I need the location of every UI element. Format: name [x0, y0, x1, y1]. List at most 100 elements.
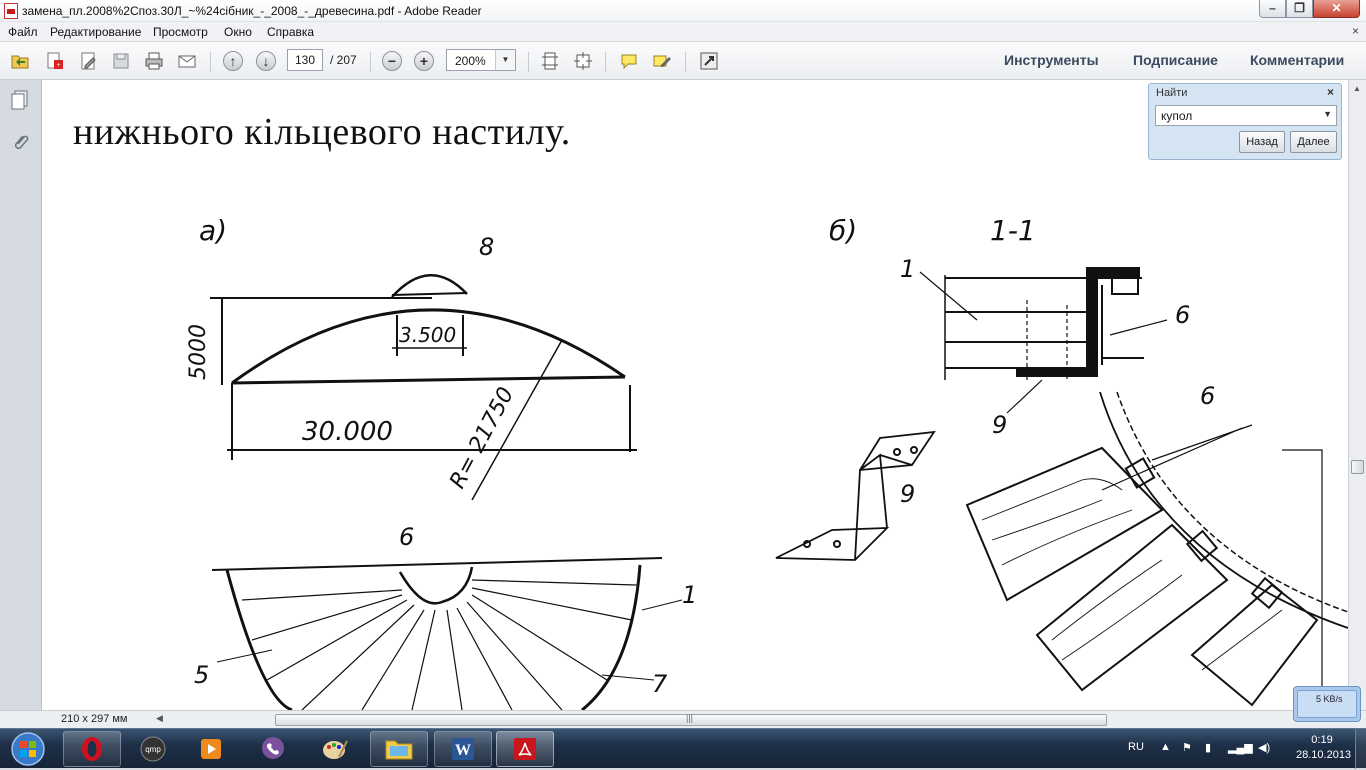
comment-button[interactable]: [617, 50, 641, 72]
tray-expand-icon[interactable]: ▲: [1160, 741, 1171, 753]
fit-width-icon: [574, 52, 592, 70]
taskbar-gom-player[interactable]: qmp: [124, 731, 182, 767]
print-button[interactable]: [142, 50, 166, 72]
title-bar: замена_пл.2008%2Споз.30Л_~%24сібник_-_20…: [0, 0, 1366, 22]
start-button[interactable]: [4, 731, 52, 767]
network-speed-text: 5 KB/s: [1316, 694, 1343, 704]
separator: [210, 52, 211, 72]
find-back-button[interactable]: Назад: [1239, 131, 1285, 153]
menu-help[interactable]: Справка: [267, 25, 314, 39]
scroll-left-icon[interactable]: ◀: [156, 713, 163, 724]
vertical-scrollbar[interactable]: ▲: [1348, 80, 1366, 710]
menu-edit[interactable]: Редактирование: [50, 25, 141, 39]
close-icon[interactable]: ×: [1327, 85, 1334, 99]
network-speed-widget[interactable]: 5 KB/s: [1293, 686, 1361, 722]
battery-icon[interactable]: ▮: [1205, 741, 1211, 754]
taskbar-opera[interactable]: [63, 731, 121, 767]
callout-1-section: 1: [900, 255, 915, 283]
taskbar-adobe-reader[interactable]: [496, 731, 554, 767]
fit-width-button[interactable]: [571, 50, 595, 72]
save-disk-icon: [113, 53, 129, 69]
find-input[interactable]: купол ▼: [1155, 105, 1337, 126]
zoom-select[interactable]: 200% ▼: [446, 49, 516, 71]
flag-icon[interactable]: ⚑: [1182, 741, 1192, 754]
highlight-button[interactable]: [650, 50, 674, 72]
callout-6-ring: 6: [1200, 382, 1215, 410]
network-signal-icon[interactable]: ▂▄▆: [1228, 741, 1253, 754]
next-page-button[interactable]: ↓: [254, 50, 278, 72]
show-desktop-button[interactable]: [1355, 729, 1366, 769]
height-dimension: 5000: [186, 324, 211, 380]
taskbar-viber[interactable]: [244, 731, 302, 767]
fit-page-button[interactable]: [538, 50, 562, 72]
email-button[interactable]: [175, 50, 199, 72]
callout-6-section: 6: [1175, 301, 1190, 329]
highlighter-icon: [653, 55, 671, 67]
play-icon: [201, 739, 221, 759]
save-button[interactable]: [109, 50, 133, 72]
menu-file[interactable]: Файл: [8, 25, 38, 39]
find-label: Найти: [1156, 87, 1188, 99]
svg-text:W: W: [455, 742, 471, 759]
page-thumbnails-button[interactable]: [9, 88, 31, 112]
window-title: замена_пл.2008%2Споз.30Л_~%24сібник_-_20…: [22, 4, 482, 18]
section-label: 1-1: [990, 214, 1036, 247]
document-view[interactable]: а) б) 1-1 5000 30.000 3.500 R= 21750 8 6…: [42, 80, 1348, 710]
callout-5: 5: [194, 661, 209, 689]
taskbar-file-explorer[interactable]: [370, 731, 428, 767]
previous-page-button[interactable]: ↑: [221, 50, 245, 72]
taskbar-media-player[interactable]: [182, 731, 240, 767]
page-number-input[interactable]: 130: [287, 49, 323, 71]
plus-icon: +: [414, 51, 434, 71]
tools-panel-button[interactable]: Инструменты: [1004, 52, 1099, 68]
full-screen-button[interactable]: [697, 50, 721, 72]
callout-6-top: 6: [399, 523, 414, 551]
callout-7: 7: [652, 670, 668, 698]
svg-text:qmp: qmp: [145, 745, 161, 754]
zoom-in-button[interactable]: +: [412, 50, 436, 72]
close-button[interactable]: ✕: [1313, 0, 1360, 18]
find-panel: Найти × купол ▼ Назад Далее: [1148, 83, 1342, 160]
clock[interactable]: 0:19 28.10.2013: [1296, 733, 1352, 763]
create-pdf-icon: +: [47, 52, 63, 69]
menu-window[interactable]: Окно: [224, 25, 252, 39]
sign-panel-button[interactable]: Подписание: [1133, 52, 1218, 68]
viber-icon: [262, 737, 284, 759]
close-document-icon[interactable]: ×: [1352, 24, 1359, 38]
minimize-icon: –: [1269, 1, 1276, 15]
open-folder-icon: [11, 55, 29, 69]
paint-palette-icon: [323, 740, 348, 759]
page-total: / 207: [330, 53, 357, 67]
menu-view[interactable]: Просмотр: [153, 25, 208, 39]
edit-pdf-button[interactable]: [77, 50, 101, 72]
attachments-button[interactable]: [9, 130, 31, 154]
paperclip-icon: [14, 135, 29, 150]
chevron-down-icon[interactable]: ▼: [1323, 109, 1332, 119]
taskbar: qmp W RU ▲ ⚑ ▮ ▂▄▆ ◀) 0:19 28.10.2013: [0, 728, 1366, 769]
maximize-button[interactable]: ❐: [1286, 0, 1313, 18]
volume-icon[interactable]: ◀): [1258, 741, 1270, 754]
scroll-thumb[interactable]: [1351, 460, 1364, 474]
expand-icon: [700, 52, 718, 70]
gom-player-icon: qmp: [140, 736, 166, 762]
scroll-up-icon[interactable]: ▲: [1353, 84, 1361, 93]
language-indicator[interactable]: RU: [1128, 741, 1144, 753]
chevron-down-icon[interactable]: ▼: [495, 50, 515, 70]
find-next-button[interactable]: Далее: [1290, 131, 1337, 153]
horizontal-scroll-thumb[interactable]: |||: [275, 713, 1107, 726]
taskbar-paint[interactable]: [306, 731, 364, 767]
network-meter: 5 KB/s: [1297, 690, 1357, 718]
speech-bubble-icon: [621, 54, 637, 70]
taskbar-word[interactable]: W: [434, 731, 492, 767]
zoom-out-button[interactable]: −: [380, 50, 404, 72]
callout-8: 8: [479, 233, 494, 261]
fit-page-icon: [542, 52, 558, 70]
radius-dimension: R= 21750: [445, 383, 519, 492]
minimize-button[interactable]: –: [1259, 0, 1286, 18]
separator: [685, 52, 686, 72]
adobe-reader-icon: [514, 738, 536, 760]
create-pdf-button[interactable]: +: [43, 50, 67, 72]
open-file-button[interactable]: [8, 50, 32, 72]
clock-date: 28.10.2013: [1296, 749, 1352, 761]
comment-panel-button[interactable]: Комментарии: [1250, 52, 1344, 68]
